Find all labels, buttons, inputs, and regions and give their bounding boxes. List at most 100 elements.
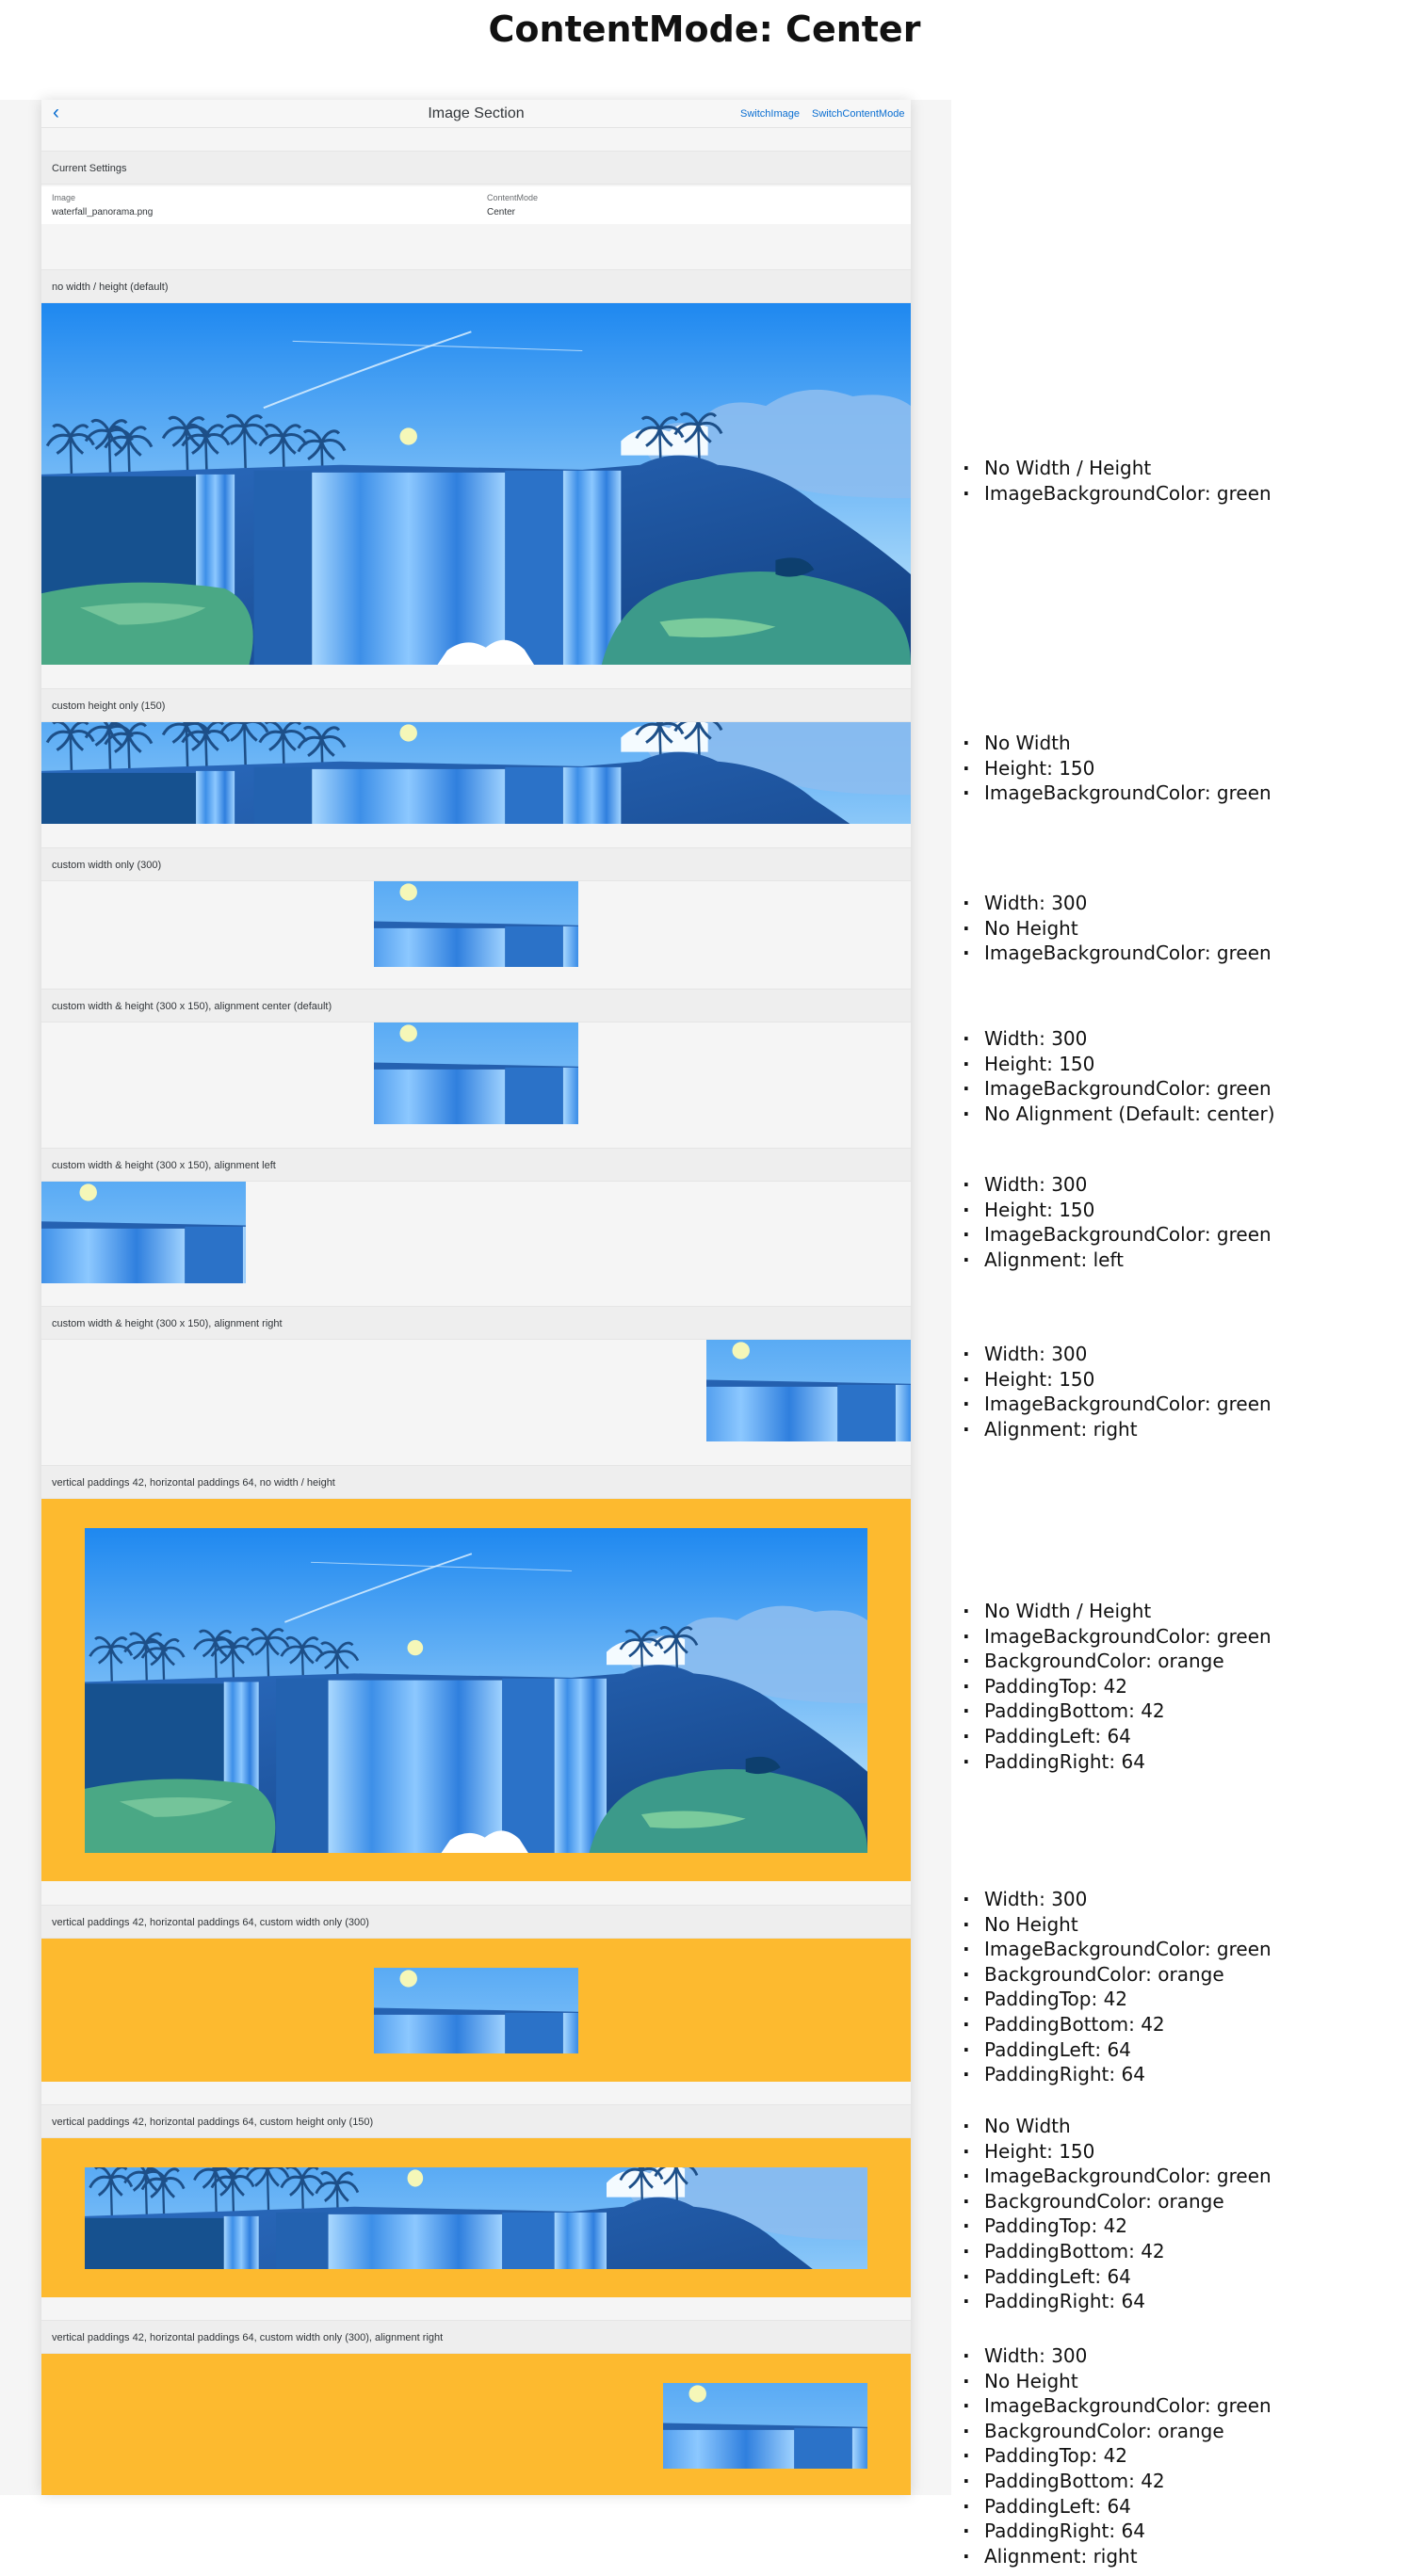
notes-list: Width: 300 Height: 150 ImageBackgroundCo… (951, 1172, 1403, 1272)
note-item: PaddingLeft: 64 (951, 2264, 1403, 2290)
section-title: custom width & height (300 x 150), align… (52, 1001, 332, 1012)
note-item: Width: 300 (951, 1342, 1403, 1367)
note-item: No Height (951, 2369, 1403, 2394)
section-header: custom height only (150) (41, 688, 911, 722)
note-item: ImageBackgroundColor: green (951, 2164, 1403, 2189)
section-title: custom width only (300) (52, 860, 162, 871)
note-item: PaddingLeft: 64 (951, 2494, 1403, 2520)
app-window: ‹ Image Section SwitchImage SwitchConten… (41, 100, 911, 2495)
notes-list: Width: 300 No Height ImageBackgroundColo… (951, 2343, 1403, 2568)
note-item: No Height (951, 1912, 1403, 1938)
note-item: ImageBackgroundColor: green (951, 1937, 1403, 1962)
note-item: Height: 150 (951, 1052, 1403, 1077)
note-item: No Width / Height (951, 456, 1403, 481)
panorama-image (663, 2383, 867, 2469)
note-item: PaddingBottom: 42 (951, 1699, 1403, 1724)
panorama-image (85, 1528, 867, 1853)
note-item: No Width / Height (951, 1599, 1403, 1624)
note-item: Height: 150 (951, 756, 1403, 781)
section-header: custom width & height (300 x 150), align… (41, 989, 911, 1022)
note-item: PaddingRight: 64 (951, 2289, 1403, 2314)
notes-list: No Width Height: 150 ImageBackgroundColo… (951, 731, 1403, 806)
section-title: no width / height (default) (52, 282, 169, 293)
note-item: PaddingBottom: 42 (951, 2012, 1403, 2037)
note-item: Width: 300 (951, 2343, 1403, 2369)
panorama-image (85, 2167, 867, 2269)
switch-image-button[interactable]: SwitchImage (740, 100, 800, 128)
section-title: custom height only (150) (52, 700, 166, 712)
notes-list: No Width / Height ImageBackgroundColor: … (951, 1599, 1403, 1774)
notes-list: No Width Height: 150 ImageBackgroundColo… (951, 2114, 1403, 2314)
panorama-image (41, 1182, 246, 1283)
section-header: vertical paddings 42, horizontal padding… (41, 1465, 911, 1499)
note-item: BackgroundColor: orange (951, 1962, 1403, 1988)
panorama-image (41, 303, 911, 665)
note-item: Width: 300 (951, 1887, 1403, 1912)
content-mode-label: ContentMode (487, 193, 539, 202)
section-title: vertical paddings 42, horizontal padding… (52, 2117, 374, 2128)
note-item: PaddingLeft: 64 (951, 1724, 1403, 1749)
settings-table: Image waterfall_panorama.png ContentMode… (41, 186, 911, 224)
note-item: BackgroundColor: orange (951, 1649, 1403, 1674)
notes-list: Width: 300 No Height ImageBackgroundColo… (951, 891, 1403, 966)
image-value: waterfall_panorama.png (52, 207, 154, 217)
notes-list: Width: 300 Height: 150 ImageBackgroundCo… (951, 1026, 1403, 1126)
section-header: no width / height (default) (41, 269, 911, 303)
note-item: No Width (951, 731, 1403, 756)
note-item: PaddingBottom: 42 (951, 2469, 1403, 2494)
note-item: PaddingTop: 42 (951, 2214, 1403, 2239)
section-title: vertical paddings 42, horizontal padding… (52, 1917, 369, 1928)
note-item: PaddingRight: 64 (951, 1749, 1403, 1775)
panorama-image (41, 722, 911, 824)
section-header: custom width only (300) (41, 847, 911, 881)
section-header: custom width & height (300 x 150), align… (41, 1148, 911, 1182)
panorama-image (374, 881, 578, 967)
note-item: Width: 300 (951, 1026, 1403, 1052)
note-item: No Alignment (Default: center) (951, 1102, 1403, 1127)
note-item: ImageBackgroundColor: green (951, 781, 1403, 806)
section-header: vertical paddings 42, horizontal padding… (41, 2320, 911, 2354)
note-item: ImageBackgroundColor: green (951, 1392, 1403, 1417)
section-title: custom width & height (300 x 150), align… (52, 1160, 276, 1171)
image-label: Image (52, 193, 76, 202)
note-item: PaddingRight: 64 (951, 2519, 1403, 2544)
switch-content-mode-button[interactable]: SwitchContentMode (812, 100, 904, 128)
settings-header: Current Settings (41, 151, 911, 185)
note-item: PaddingLeft: 64 (951, 2037, 1403, 2063)
note-item: BackgroundColor: orange (951, 2419, 1403, 2444)
note-item: Width: 300 (951, 891, 1403, 916)
note-item: BackgroundColor: orange (951, 2189, 1403, 2214)
note-item: Width: 300 (951, 1172, 1403, 1198)
page-title: ContentMode: Center (488, 8, 921, 50)
notes-list: Width: 300 Height: 150 ImageBackgroundCo… (951, 1342, 1403, 1441)
panorama-image (374, 1022, 578, 1124)
note-item: Alignment: right (951, 2544, 1403, 2569)
note-item: ImageBackgroundColor: green (951, 2393, 1403, 2419)
note-item: No Width (951, 2114, 1403, 2139)
note-item: Height: 150 (951, 1367, 1403, 1393)
notes-list: Width: 300 No Height ImageBackgroundColo… (951, 1887, 1403, 2087)
note-item: PaddingBottom: 42 (951, 2239, 1403, 2264)
note-item: ImageBackgroundColor: green (951, 1624, 1403, 1650)
note-item: Height: 150 (951, 1198, 1403, 1223)
note-item: PaddingRight: 64 (951, 2062, 1403, 2087)
section-header: vertical paddings 42, horizontal padding… (41, 2104, 911, 2138)
section-header: custom width & height (300 x 150), align… (41, 1306, 911, 1340)
note-item: PaddingTop: 42 (951, 1674, 1403, 1699)
navigation-bar: ‹ Image Section SwitchImage SwitchConten… (41, 100, 911, 128)
note-item: No Height (951, 916, 1403, 942)
section-header: vertical paddings 42, horizontal padding… (41, 1905, 911, 1939)
note-item: ImageBackgroundColor: green (951, 481, 1403, 507)
note-item: ImageBackgroundColor: green (951, 1222, 1403, 1248)
note-item: PaddingTop: 42 (951, 1987, 1403, 2012)
section-title: vertical paddings 42, horizontal padding… (52, 2332, 444, 2343)
note-item: Height: 150 (951, 2139, 1403, 2165)
panorama-image (374, 1968, 578, 2053)
note-item: Alignment: left (951, 1248, 1403, 1273)
note-item: PaddingTop: 42 (951, 2443, 1403, 2469)
section-title: custom width & height (300 x 150), align… (52, 1318, 283, 1329)
section-title: vertical paddings 42, horizontal padding… (52, 1477, 335, 1489)
content-mode-value: Center (487, 207, 516, 217)
note-item: Alignment: right (951, 1417, 1403, 1442)
note-item: ImageBackgroundColor: green (951, 941, 1403, 966)
